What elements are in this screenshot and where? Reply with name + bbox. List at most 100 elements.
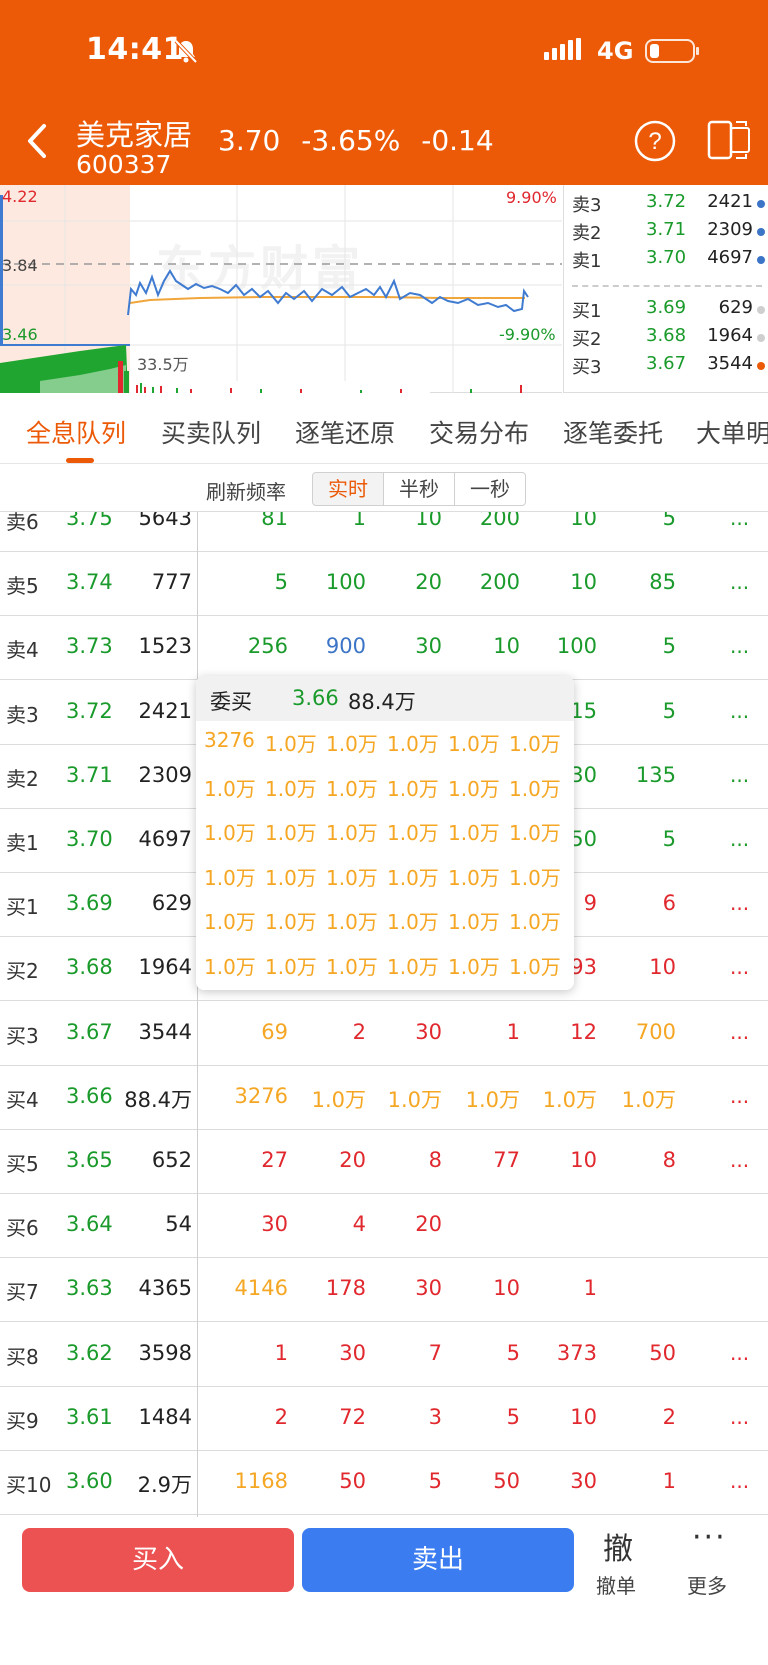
queue-order-size: 5 <box>428 1469 442 1493</box>
queue-volume: 1523 <box>138 634 192 659</box>
queue-order-size: 1.0万 <box>387 1087 442 1112</box>
queue-order-size: 1 <box>662 1469 676 1493</box>
mini-book-row[interactable]: 买1 3.69 629 <box>570 297 765 325</box>
queue-order-size: 30 <box>415 1276 442 1301</box>
popup-row: 1.0万 1.0万 1.0万 1.0万 1.0万 1.0万 <box>204 817 570 862</box>
queue-more-link[interactable]: ... <box>730 1084 749 1108</box>
queue-price: 3.75 <box>66 512 113 530</box>
queue-level-label: 买4 <box>6 1087 39 1112</box>
queue-row[interactable]: 买7 3.63 4365 4146 178 30 10 1 <box>0 1258 768 1323</box>
popup-order-size: 1.0万 <box>387 776 439 801</box>
refresh-one-second-button[interactable]: 一秒 <box>454 472 526 506</box>
popup-order-size: 1.0万 <box>204 954 256 979</box>
tab-full-queue[interactable]: 全息队列 <box>26 414 126 450</box>
stock-code: 600337 <box>76 150 172 179</box>
queue-order-size: 30 <box>415 1019 442 1044</box>
queue-row[interactable]: 买5 3.65 652 27 20 8 77 10 8... <box>0 1130 768 1194</box>
queue-row[interactable]: 买9 3.61 1484 2 72 3 5 10 2... <box>0 1387 768 1451</box>
queue-more-link[interactable]: ... <box>730 1405 749 1429</box>
queue-order-size: 1.0万 <box>311 1087 366 1112</box>
queue-row[interactable]: 买8 3.62 3598 1 30 7 5 373 50... <box>0 1323 768 1387</box>
queue-more-link[interactable]: ... <box>730 891 749 915</box>
queue-level-label: 买2 <box>6 959 39 984</box>
tab-large-orders[interactable]: 大单明 <box>696 414 768 450</box>
queue-level-label: 买1 <box>6 895 39 920</box>
queue-more-link[interactable]: ... <box>730 1341 749 1365</box>
queue-order-size: 3276 <box>234 1083 288 1108</box>
queue-order-size: 6 <box>662 891 676 916</box>
queue-more-link[interactable]: ... <box>730 763 749 787</box>
queue-row[interactable]: 卖5 3.74 777 5 100 20 200 10 85... <box>0 552 768 617</box>
mini-book-level: 卖2 <box>572 223 602 244</box>
tab-tick-orders[interactable]: 逐笔委托 <box>563 414 663 450</box>
landscape-switch-icon[interactable] <box>706 118 752 162</box>
queue-row[interactable]: 卖6 3.75 5643 81 1 10 200 10 5... <box>0 512 768 552</box>
mini-book-row[interactable]: 卖2 3.71 2309 <box>570 219 765 247</box>
intraday-chart[interactable]: 东方财富 4.22 3.84 3.46 9.90% -9.90% 33.5万 <box>0 185 562 393</box>
column-divider <box>197 512 198 1517</box>
back-arrow-icon[interactable] <box>20 118 56 164</box>
queue-order-size: 20 <box>415 570 442 595</box>
order-queue-popup[interactable]: 委买 3.66 88.4万 3276 1.0万 1.0万 1.0万 1.0万 1.0万 1.… <box>196 676 574 990</box>
buy-button[interactable]: 买入 <box>22 1528 294 1592</box>
queue-order-size: 50 <box>649 1340 676 1365</box>
queue-row[interactable]: 买4 3.66 88.4万 3276 1.0万 1.0万 1.0万 1.0万 1.0万... <box>0 1066 768 1130</box>
queue-order-size: 30 <box>261 1212 288 1237</box>
mini-book-volume: 4697 <box>707 247 753 268</box>
queue-volume: 1964 <box>138 955 192 980</box>
queue-row[interactable]: 买10 3.60 2.9万 1168 50 5 50 30 1... <box>0 1451 768 1515</box>
queue-level-label: 卖3 <box>6 702 39 727</box>
refresh-half-second-button[interactable]: 半秒 <box>383 472 455 506</box>
queue-more-link[interactable]: ... <box>730 570 749 594</box>
queue-more-link[interactable]: ... <box>730 634 749 658</box>
queue-order-size: 27 <box>261 1148 288 1172</box>
queue-order-size: 7 <box>428 1340 442 1365</box>
mini-book-row[interactable]: 买2 3.68 1964 <box>570 325 765 353</box>
popup-order-size: 1.0万 <box>387 954 439 979</box>
cancel-order-icon[interactable]: 撤 <box>603 1524 633 1568</box>
cancel-order-label[interactable]: 撤单 <box>596 1570 636 1599</box>
queue-row[interactable]: 买3 3.67 3544 69 2 30 1 12 700... <box>0 1002 768 1066</box>
mini-book-row[interactable]: 卖3 3.72 2421 <box>570 191 765 219</box>
tab-trade-distribution[interactable]: 交易分布 <box>429 414 529 450</box>
queue-price: 3.60 <box>66 1469 113 1493</box>
queue-order-size: 10 <box>570 1404 597 1429</box>
queue-volume: 4365 <box>138 1276 192 1301</box>
svg-text:?: ? <box>648 128 661 155</box>
mini-book-row[interactable]: 卖1 3.70 4697 <box>570 247 765 275</box>
queue-more-link[interactable]: ... <box>730 827 749 851</box>
queue-order-size: 20 <box>415 1212 442 1237</box>
queue-row[interactable]: 卖4 3.73 1523 256 900 30 10 100 5... <box>0 616 768 681</box>
refresh-realtime-button[interactable]: 实时 <box>312 472 384 506</box>
mini-order-book[interactable]: 卖3 3.72 2421 卖2 3.71 2309 卖1 3.70 4697 买1 3.69 629 买… <box>563 185 768 393</box>
quote-line: 3.70 -3.65% -0.14 <box>218 124 506 157</box>
queue-order-size: 2 <box>352 1019 366 1044</box>
queue-order-size: 10 <box>570 1148 597 1172</box>
popup-order-size: 1.0万 <box>326 910 378 934</box>
queue-more-link[interactable]: ... <box>730 955 749 979</box>
popup-row: 3276 1.0万 1.0万 1.0万 1.0万 1.0万 <box>204 728 570 773</box>
stock-name: 美克家居 <box>76 118 193 152</box>
queue-more-link[interactable]: ... <box>730 699 749 723</box>
queue-more-link[interactable]: ... <box>730 1148 749 1172</box>
help-icon[interactable]: ? <box>634 120 676 162</box>
queue-row[interactable]: 买6 3.64 54 30 4 20 <box>0 1194 768 1259</box>
queue-level-label: 买6 <box>6 1216 39 1241</box>
more-label[interactable]: 更多 <box>687 1570 727 1599</box>
queue-more-link[interactable]: ... <box>730 1469 749 1493</box>
mini-book-price: 3.70 <box>646 247 687 268</box>
more-icon[interactable]: ··· <box>692 1520 727 1555</box>
queue-order-size: 81 <box>261 512 288 530</box>
queue-order-size: 50 <box>493 1469 520 1493</box>
sell-button[interactable]: 卖出 <box>302 1528 574 1592</box>
queue-more-link[interactable]: ... <box>730 512 749 530</box>
popup-order-size: 1.0万 <box>448 821 500 845</box>
queue-price: 3.69 <box>66 891 113 916</box>
tab-bid-ask-queue[interactable]: 买卖队列 <box>161 414 261 450</box>
chart-high-label: 4.22 <box>2 187 38 206</box>
tab-tick-restore[interactable]: 逐笔还原 <box>295 414 395 450</box>
mini-book-row[interactable]: 买3 3.67 3544 <box>570 353 765 381</box>
queue-more-link[interactable]: ... <box>730 1020 749 1044</box>
queue-order-size: 10 <box>493 1276 520 1301</box>
popup-row: 1.0万 1.0万 1.0万 1.0万 1.0万 1.0万 <box>204 862 570 907</box>
